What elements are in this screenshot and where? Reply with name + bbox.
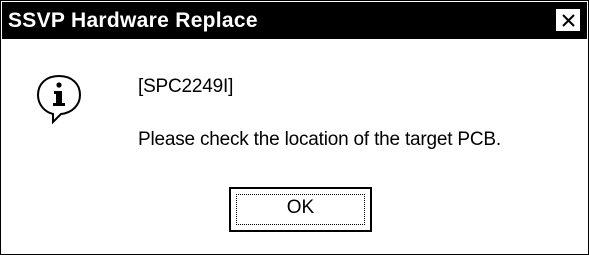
message-code: [SPC2249I] — [138, 76, 234, 97]
close-button[interactable] — [555, 8, 581, 32]
message-text: Please check the location of the target … — [138, 129, 501, 150]
info-icon — [36, 74, 82, 125]
title-bar[interactable]: SSVP Hardware Replace — [2, 2, 587, 39]
close-icon — [562, 14, 575, 27]
ok-button-label: OK — [286, 197, 315, 218]
ok-button[interactable]: OK — [229, 187, 372, 232]
dialog-window: SSVP Hardware Replace [SPC2249I] Please … — [0, 0, 589, 255]
window-title: SSVP Hardware Replace — [8, 9, 258, 32]
